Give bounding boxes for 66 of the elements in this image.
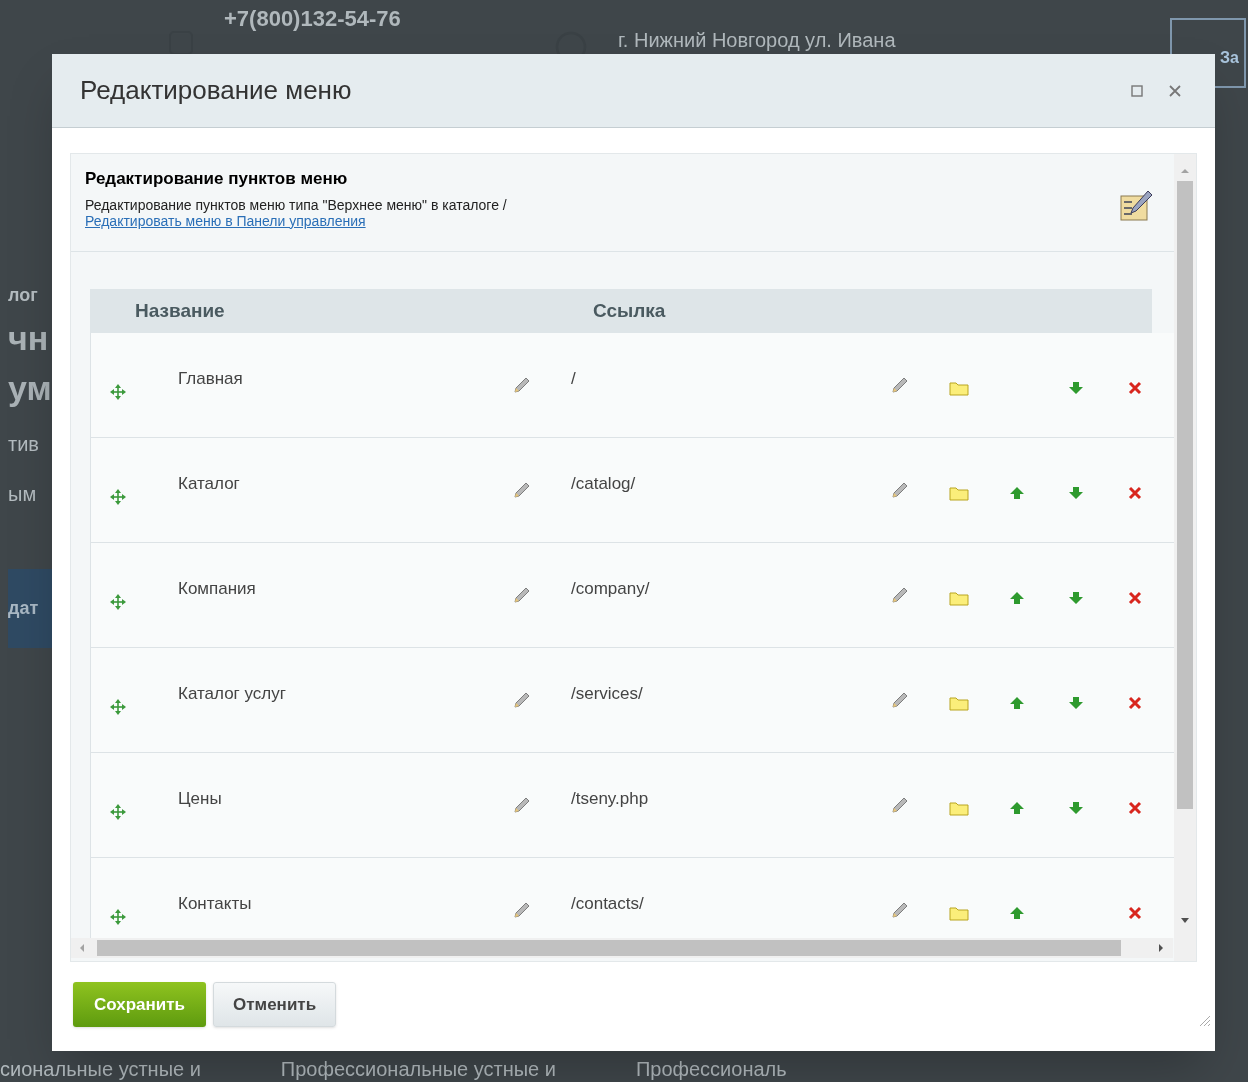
panel-description: Редактирование пунктов меню типа "Верхнее меню" в каталоге / [85,196,507,213]
pencil-icon[interactable] [891,586,909,604]
arrow-down-icon[interactable] [1068,801,1084,815]
phone-number: +7(800)132-54-76 [224,8,402,30]
background-text: чн [8,318,50,359]
vertical-scrollbar[interactable] [1174,154,1196,961]
address-text: г. Нижний Новгород ул. Ивана [618,28,897,53]
notepad-edit-icon[interactable] [1118,188,1154,224]
background-text: ум [8,368,52,409]
pencil-icon[interactable] [513,901,531,919]
arrow-up-icon[interactable] [1009,696,1025,710]
pencil-icon[interactable] [891,376,909,394]
item-name: Цены [178,788,223,810]
column-header: Ссылка [593,298,666,323]
delete-icon[interactable] [1128,696,1142,710]
pencil-icon[interactable] [513,691,531,709]
delete-icon[interactable] [1128,801,1142,815]
delete-icon[interactable] [1128,381,1142,395]
move-icon[interactable] [109,593,127,611]
item-name: Главная [178,368,244,390]
move-icon[interactable] [109,698,127,716]
delete-icon[interactable] [1128,906,1142,920]
location-icon [554,30,588,54]
pencil-icon[interactable] [891,481,909,499]
move-icon[interactable] [109,488,127,506]
pencil-icon[interactable] [513,481,531,499]
horizontal-scrollbar[interactable] [71,938,1173,958]
arrow-down-icon[interactable] [1068,696,1084,710]
arrow-up-icon[interactable] [1009,906,1025,920]
pencil-icon[interactable] [513,586,531,604]
move-icon[interactable] [109,908,127,926]
column-header: Название [135,298,226,323]
background-text: Профессиональ [635,1057,787,1082]
arrow-down-icon[interactable] [1068,591,1084,605]
background-text: тив [8,432,40,457]
pencil-icon[interactable] [513,796,531,814]
cancel-button[interactable]: Отменить [213,982,337,1027]
arrow-down-icon[interactable] [1068,486,1084,500]
phone-icon [168,30,194,54]
arrow-down-icon[interactable] [1068,381,1084,395]
save-button[interactable]: Сохранить [73,982,207,1027]
background-text: лог [8,284,39,307]
item-name: Контакты [178,893,253,915]
background-text: дат [8,569,52,648]
dialog-title: Редактирование меню [80,74,352,107]
pencil-icon[interactable] [891,691,909,709]
delete-icon[interactable] [1128,591,1142,605]
background-text: сиональные устные и [0,1057,201,1082]
maximize-icon[interactable] [1131,84,1143,97]
item-name: Каталог услуг [178,683,287,705]
pencil-icon[interactable] [891,796,909,814]
move-icon[interactable] [109,383,127,401]
arrow-up-icon[interactable] [1009,591,1025,605]
item-name: Каталог [178,473,241,495]
delete-icon[interactable] [1128,486,1142,500]
arrow-up-icon[interactable] [1009,801,1025,815]
background-text: ым [8,482,38,507]
pencil-icon[interactable] [513,376,531,394]
panel-title: Редактирование пунктов меню [85,168,349,190]
pencil-icon[interactable] [891,901,909,919]
item-name: Компания [178,578,257,600]
arrow-up-icon[interactable] [1009,486,1025,500]
move-icon[interactable] [109,803,127,821]
close-icon[interactable] [1169,84,1181,97]
background-text: Профессиональные устные и [280,1057,556,1082]
control-panel-link[interactable]: Редактировать меню в Панели управления [85,212,366,229]
